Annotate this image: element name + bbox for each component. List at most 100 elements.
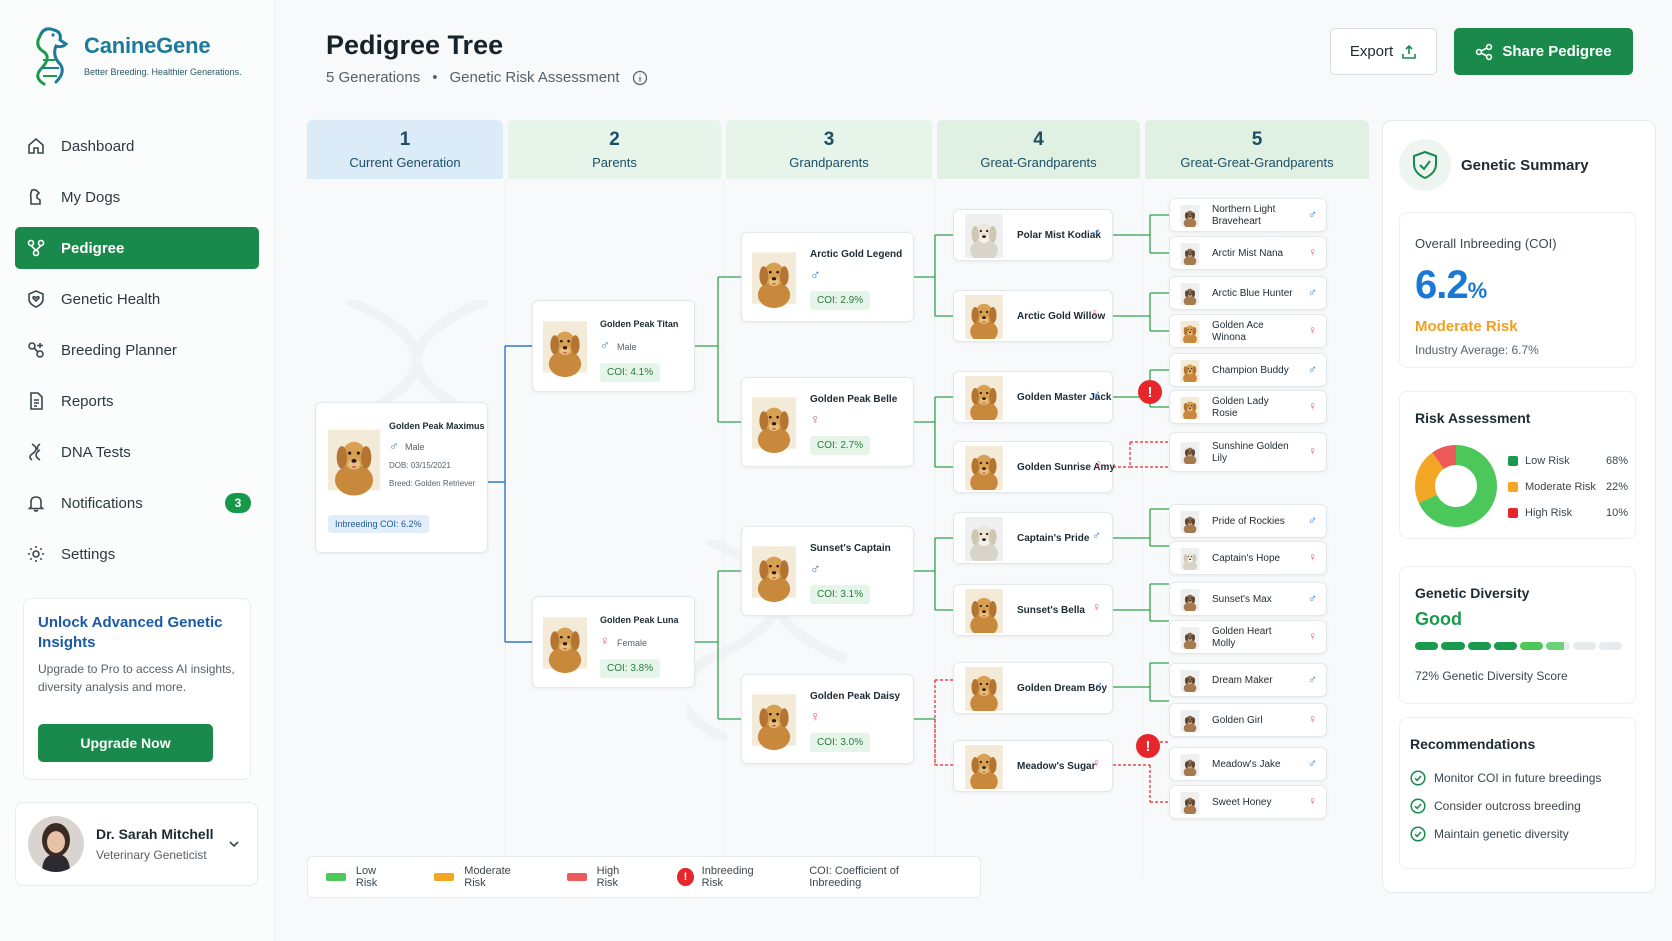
diversity-score: 72% Genetic Diversity Score xyxy=(1415,669,1568,683)
male-icon: ♂ xyxy=(1092,225,1101,239)
dog-photo xyxy=(1179,360,1201,382)
inbreeding-alert-icon[interactable]: ! xyxy=(1138,380,1162,404)
dog-photo xyxy=(752,389,796,457)
ancestor-card[interactable]: Pride of Rockies ♂ xyxy=(1169,504,1327,538)
parent-sire-card[interactable]: Golden Peak Titan ♂ Male COI: 4.1% xyxy=(532,300,695,392)
dog-name: Golden Girl xyxy=(1212,715,1263,726)
female-icon: ♀ xyxy=(1308,323,1317,337)
upload-icon xyxy=(1402,44,1416,59)
parent-dam-card[interactable]: Golden Peak Luna ♀ Female COI: 3.8% xyxy=(532,596,695,688)
dog-photo xyxy=(1179,321,1201,343)
upgrade-promo-card: Unlock Advanced Genetic Insights Upgrade… xyxy=(23,598,251,780)
industry-average: Industry Average: 6.7% xyxy=(1415,343,1539,357)
genetic-summary-panel: Genetic Summary Overall Inbreeding (COI)… xyxy=(1382,120,1656,893)
grandparent-card[interactable]: Sunset's Captain ♂ COI: 3.1% xyxy=(741,526,914,616)
grandparent-card[interactable]: Golden Peak Belle ♀ COI: 2.7% xyxy=(741,377,914,467)
grandparent-card[interactable]: Golden Peak Daisy ♀ COI: 3.0% xyxy=(741,674,914,764)
dog-photo xyxy=(1179,754,1201,776)
dog-name: Dream Maker xyxy=(1212,675,1273,686)
dna-icon xyxy=(29,443,41,461)
nav-item-my-dogs[interactable]: My Dogs xyxy=(15,176,259,218)
great-grandparent-card[interactable]: Meadow's Sugar ♀ xyxy=(953,740,1113,792)
great-grandparent-card[interactable]: Arctic Gold Willow ♀ xyxy=(953,290,1113,342)
nav-item-genetic-health[interactable]: Genetic Health xyxy=(15,278,259,320)
dog-dna-logo-icon xyxy=(36,27,69,86)
ancestor-card[interactable]: Champion Buddy ♂ xyxy=(1169,353,1327,387)
ancestor-card[interactable]: Captain's Hope ♀ xyxy=(1169,541,1327,575)
grandparent-card[interactable]: Arctic Gold Legend ♂ COI: 2.9% xyxy=(741,232,914,322)
dog-photo xyxy=(328,415,380,505)
info-icon[interactable] xyxy=(632,70,648,86)
male-icon: ♂ xyxy=(1308,207,1317,221)
great-grandparent-card[interactable]: Polar Mist Kodiak ♂ xyxy=(953,209,1113,261)
dog-photo xyxy=(543,312,587,382)
dog-name: Golden Heart Molly xyxy=(1212,626,1272,649)
dob-text: DOB: 03/15/2021 xyxy=(389,461,451,470)
male-icon: ♂ xyxy=(389,438,399,453)
male-icon: ♂ xyxy=(1092,387,1101,401)
dog-name: Golden Peak Belle xyxy=(810,394,898,405)
sex-label: Male xyxy=(405,442,425,452)
ancestor-card[interactable]: Northern Light Braveheart ♂ xyxy=(1169,198,1327,232)
dog-name: Meadow's Jake xyxy=(1212,759,1281,770)
ancestor-card[interactable]: Golden Girl ♀ xyxy=(1169,703,1327,737)
ancestor-card[interactable]: Dream Maker ♂ xyxy=(1169,663,1327,697)
chevron-down-icon[interactable] xyxy=(227,837,241,851)
coi-unit: % xyxy=(1467,278,1488,303)
diversity-rating: Good xyxy=(1415,609,1462,629)
great-grandparent-card[interactable]: Sunset's Bella ♀ xyxy=(953,584,1113,636)
nav-item-pedigree[interactable]: Pedigree xyxy=(15,227,259,269)
generations-count: 5 Generations xyxy=(326,69,421,86)
share-pedigree-button[interactable]: Share Pedigree xyxy=(1454,28,1633,75)
nav-item-dashboard[interactable]: Dashboard xyxy=(15,125,259,167)
nav-label: My Dogs xyxy=(61,188,121,206)
panel-title: Genetic Summary xyxy=(1461,156,1589,174)
nav-label: Breeding Planner xyxy=(61,341,177,359)
ancestor-card[interactable]: Golden Heart Molly ♀ xyxy=(1169,620,1327,654)
dog-name: Arctic Gold Legend xyxy=(810,249,903,260)
nav-item-settings[interactable]: Settings xyxy=(15,533,259,575)
ancestor-card[interactable]: Meadow's Jake ♂ xyxy=(1169,747,1327,781)
dog-photo xyxy=(962,517,1006,561)
dog-name: Champion Buddy xyxy=(1212,365,1289,376)
coi-number: 6.2 xyxy=(1415,263,1469,307)
dog-name: Sunset's Captain xyxy=(810,543,891,554)
dog-icon xyxy=(29,188,41,205)
legend-label: Low Risk xyxy=(355,865,378,889)
ancestor-card[interactable]: Arctir Mist Nana ♀ xyxy=(1169,236,1327,270)
female-icon: ♀ xyxy=(600,633,610,648)
ancestor-card[interactable]: Golden Lady Rosie ♀ xyxy=(1169,390,1327,424)
female-icon: ♀ xyxy=(1092,600,1101,614)
dog-photo xyxy=(1179,397,1201,419)
inbreeding-alert-icon[interactable]: ! xyxy=(1136,734,1160,758)
upgrade-now-button[interactable]: Upgrade Now xyxy=(38,724,213,762)
brand-logo[interactable]: CanineGene Better Breeding. Healthier Ge… xyxy=(26,22,242,88)
ancestor-card[interactable]: Golden Ace Winona ♀ xyxy=(1169,314,1327,348)
male-icon: ♂ xyxy=(1092,528,1101,542)
nav-item-reports[interactable]: Reports xyxy=(15,380,259,422)
dog-name: Captain's Pride xyxy=(1017,533,1090,544)
female-icon: ♀ xyxy=(810,411,821,427)
ancestor-card[interactable]: Sweet Honey ♀ xyxy=(1169,785,1327,819)
user-profile-card[interactable]: Dr. Sarah Mitchell Veterinary Geneticist xyxy=(15,802,258,886)
ancestor-card[interactable]: Arctic Blue Hunter ♂ xyxy=(1169,276,1327,310)
male-icon: ♂ xyxy=(1308,362,1317,376)
page-title: Pedigree Tree xyxy=(326,30,504,60)
nav-item-notifications[interactable]: Notifications 3 xyxy=(15,482,259,524)
nav-item-dna-tests[interactable]: DNA Tests xyxy=(15,431,259,473)
main-nav: Dashboard My Dogs Pedigree Genetic Healt… xyxy=(15,125,259,584)
export-button[interactable]: Export xyxy=(1330,28,1437,75)
great-grandparent-card[interactable]: Captain's Pride ♂ xyxy=(953,512,1113,564)
brand-tagline: Better Breeding. Healthier Generations. xyxy=(84,67,242,77)
ancestor-card[interactable]: Sunshine Golden Lily ♀ xyxy=(1169,432,1327,472)
coi-label: Overall Inbreeding (COI) xyxy=(1415,236,1557,251)
subject-dog-card[interactable]: Golden Peak Maximus ♂ Male DOB: 03/15/20… xyxy=(315,402,488,553)
great-grandparent-card[interactable]: Golden Sunrise Amy ♀ xyxy=(953,441,1115,493)
legend-swatch xyxy=(434,873,455,881)
ancestor-card[interactable]: Sunset's Max ♂ xyxy=(1169,582,1327,616)
nav-item-breeding-planner[interactable]: Breeding Planner xyxy=(15,329,259,371)
recommendations-card: Recommendations Monitor COI in future br… xyxy=(1399,717,1636,869)
share-label: Share Pedigree xyxy=(1502,43,1612,60)
great-grandparent-card[interactable]: Golden Master Jack ♂ xyxy=(953,371,1113,423)
great-grandparent-card[interactable]: Golden Dream Boy ♂ xyxy=(953,662,1113,714)
